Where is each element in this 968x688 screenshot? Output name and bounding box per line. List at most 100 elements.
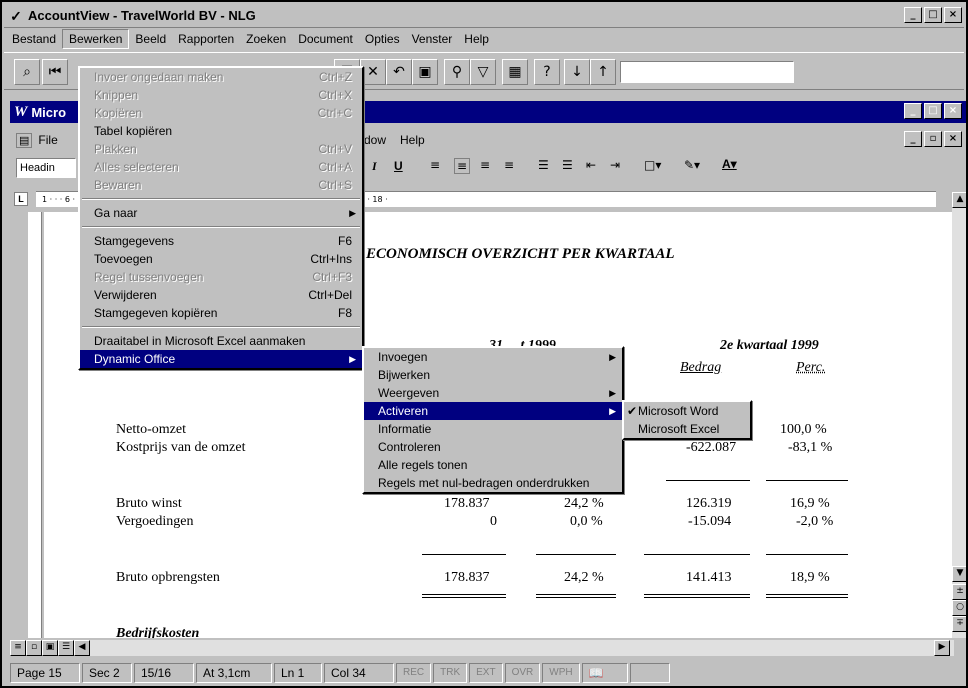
menu-zoeken[interactable]: Zoeken (240, 30, 292, 48)
highlight-icon[interactable]: ✎▾ (684, 158, 700, 172)
status-empty (629, 663, 670, 683)
menu-bewerken[interactable]: Bewerken (62, 29, 130, 49)
doc-minimize-button[interactable]: _ (904, 131, 922, 147)
submenu-item-alle-regels[interactable]: Alle regels tonen (364, 456, 622, 474)
spelling-book-icon[interactable]: 📖 (581, 663, 628, 683)
menu-item-undo[interactable]: Invoer ongedaan maken Ctrl+Z (80, 68, 362, 86)
menu-item-copy-master[interactable]: Stamgegeven kopiëren F8 (80, 304, 362, 322)
menu-item-paste[interactable]: Plakken Ctrl+V (80, 140, 362, 158)
submenu-item-invoegen[interactable]: Invoegen ▶ (364, 348, 622, 366)
doc-close-button[interactable]: × (944, 131, 962, 147)
first-record-icon[interactable]: ⏮ (42, 59, 68, 85)
italic-icon[interactable]: I (372, 159, 377, 174)
status-ovr[interactable]: OVR (504, 663, 541, 683)
submenu-item-nul-bedragen-label: Regels met nul-bedragen onderdrukken (378, 476, 590, 490)
find-icon[interactable]: ⚲ (444, 59, 470, 85)
next-page-icon[interactable]: ∓ (952, 616, 966, 632)
word-icon: W (14, 103, 28, 120)
menu-item-goto[interactable]: Ga naar ▶ (80, 204, 362, 222)
submenu-item-weergeven[interactable]: Weergeven ▶ (364, 384, 622, 402)
decrease-indent-icon[interactable]: ⇤ (586, 158, 596, 172)
justify-icon[interactable]: ≡ (504, 158, 514, 172)
word-minimize-button[interactable]: _ (904, 103, 922, 119)
menu-rapporten[interactable]: Rapporten (172, 30, 240, 48)
page-view-icon[interactable]: ▣ (42, 640, 58, 656)
menu-item-copy[interactable]: Kopiëren Ctrl+C (80, 104, 362, 122)
underline-icon[interactable]: U (394, 159, 403, 173)
col-sub-bedrag: Bedrag (680, 360, 722, 375)
maximize-button[interactable]: □ (924, 7, 942, 23)
word-maximize-button[interactable]: □ (924, 103, 942, 119)
menu-item-add[interactable]: Toevoegen Ctrl+Ins (80, 250, 362, 268)
row-bruto-winst-c3: 126.319 (686, 496, 732, 511)
align-center-icon[interactable]: ≡ (454, 158, 471, 174)
numbering-icon[interactable]: ☰ (538, 158, 549, 172)
menu-opties[interactable]: Opties (359, 30, 406, 48)
menu-item-select-all[interactable]: Alles selecteren Ctrl+A (80, 158, 362, 176)
style-box[interactable]: Headin (16, 158, 76, 178)
word-close-button[interactable]: × (944, 103, 962, 119)
help-icon[interactable]: ? (534, 59, 560, 85)
browse-object-icon[interactable]: ○ (952, 600, 966, 616)
submenu-item-ms-word[interactable]: ✔ Microsoft Word (624, 402, 750, 420)
sort-ascending-icon[interactable]: ↓ (564, 59, 590, 85)
menu-help[interactable]: Help (458, 30, 495, 48)
font-color-icon[interactable]: A▾ (722, 157, 737, 171)
menu-beeld[interactable]: Beeld (129, 30, 172, 48)
borders-icon[interactable]: □▾ (644, 158, 661, 172)
submenu-item-controleren[interactable]: Controleren (364, 438, 622, 456)
filter-icon[interactable]: ▽ (470, 59, 496, 85)
scroll-right-icon[interactable]: ▶ (934, 640, 950, 656)
bullets-icon[interactable]: ☰ (562, 158, 573, 172)
tab-selector-icon[interactable]: L (14, 192, 28, 206)
sort-descending-icon[interactable]: ↑ (590, 59, 616, 85)
menu-item-copy-table[interactable]: Tabel kopiëren (80, 122, 362, 140)
status-rec[interactable]: REC (396, 663, 432, 683)
word-menu-help[interactable]: Help (400, 133, 425, 147)
close-button[interactable]: × (944, 7, 962, 23)
doc-restore-button[interactable]: ▫ (924, 131, 942, 147)
scroll-down-icon[interactable]: ▼ (952, 566, 966, 582)
scroll-up-icon[interactable]: ▲ (952, 192, 966, 208)
word-menu-window[interactable]: dow (364, 133, 386, 147)
menu-item-copy-master-shortcut: F8 (337, 306, 352, 320)
horizontal-scrollbar[interactable]: ≡ ▫ ▣ ☰ ◀ ▶ (10, 640, 954, 656)
prev-page-icon[interactable]: ± (952, 584, 966, 600)
align-left-icon[interactable]: ≡ (430, 158, 440, 172)
submenu-item-ms-excel[interactable]: Microsoft Excel (624, 420, 750, 438)
preview-icon[interactable]: ⌕ (14, 59, 40, 85)
align-right-icon[interactable]: ≡ (480, 158, 490, 172)
outline-view-icon[interactable]: ☰ (58, 640, 74, 656)
menu-item-master-data[interactable]: Stamgegevens F6 (80, 232, 362, 250)
row-label-netto-omzet: Netto-omzet (116, 422, 186, 437)
word-menu-file[interactable]: File (38, 133, 57, 147)
menu-item-insert-line[interactable]: Regel tussenvoegen Ctrl+F3 (80, 268, 362, 286)
menu-item-cut[interactable]: Knippen Ctrl+X (80, 86, 362, 104)
submenu-item-bijwerken[interactable]: Bijwerken (364, 366, 622, 384)
status-wph[interactable]: WPH (542, 663, 580, 683)
calculator-icon[interactable]: ▦ (502, 59, 528, 85)
scroll-left-icon[interactable]: ◀ (74, 640, 90, 656)
toolbar-search-input[interactable] (620, 61, 794, 83)
status-ext[interactable]: EXT (469, 663, 503, 683)
menu-item-save-label: Bewaren (94, 178, 142, 192)
menu-item-delete[interactable]: Verwijderen Ctrl+Del (80, 286, 362, 304)
web-view-icon[interactable]: ▫ (26, 640, 42, 656)
menu-venster[interactable]: Venster (406, 30, 459, 48)
undo-icon[interactable]: ↶ (386, 59, 412, 85)
normal-view-icon[interactable]: ≡ (10, 640, 26, 656)
submenu-item-informatie[interactable]: Informatie (364, 420, 622, 438)
menu-bestand[interactable]: Bestand (6, 30, 62, 48)
increase-indent-icon[interactable]: ⇥ (610, 158, 620, 172)
dline-c4a (766, 594, 848, 595)
menu-item-save[interactable]: Bewaren Ctrl+S (80, 176, 362, 194)
minimize-button[interactable]: _ (904, 7, 922, 23)
status-trk[interactable]: TRK (433, 663, 468, 683)
submenu-item-activeren[interactable]: Activeren ▶ (364, 402, 622, 420)
save-icon[interactable]: ▣ (412, 59, 438, 85)
vertical-scrollbar[interactable]: ▲ ▼ ± ○ ∓ (952, 192, 966, 638)
menu-document[interactable]: Document (292, 30, 359, 48)
submenu-item-nul-bedragen[interactable]: Regels met nul-bedragen onderdrukken (364, 474, 622, 492)
menu-item-dynamic-office[interactable]: Dynamic Office ▶ (80, 350, 362, 368)
menu-item-pivot-excel[interactable]: Draaitabel in Microsoft Excel aanmaken (80, 332, 362, 350)
